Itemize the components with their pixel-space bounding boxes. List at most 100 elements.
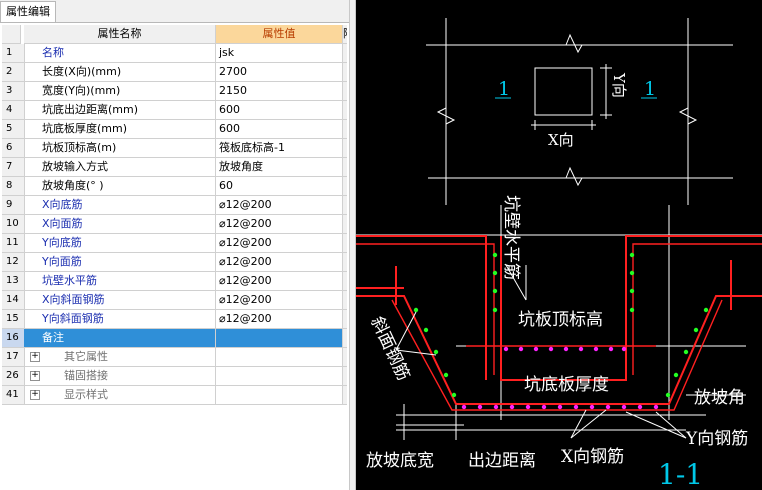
property-extra: [343, 291, 347, 310]
property-group-name: 锚固搭接: [24, 367, 216, 386]
row-number: 12: [2, 253, 25, 272]
property-group-name: 其它属性: [24, 348, 216, 367]
property-extra: [343, 158, 347, 177]
property-value[interactable]: 2700: [216, 63, 343, 82]
property-row[interactable]: 7 放坡输入方式 放坡角度: [2, 158, 347, 177]
property-name: 备注: [24, 329, 216, 348]
property-value[interactable]: ⌀12@200: [216, 253, 343, 272]
property-group-row[interactable]: 17 其它属性 +: [2, 348, 347, 367]
row-number: 8: [2, 177, 25, 196]
property-extra: [343, 367, 347, 386]
property-name: Y向面筋: [24, 253, 216, 272]
property-value[interactable]: [216, 329, 343, 348]
property-row[interactable]: 9 X向底筋 ⌀12@200: [2, 196, 347, 215]
label-slope-base-width: 放坡底宽: [366, 451, 434, 471]
label-wall-rebar: 坑壁水平筋: [501, 195, 521, 280]
section-title: 1-1: [658, 458, 703, 490]
property-name: 坑底出边距离(mm): [24, 101, 216, 120]
property-row[interactable]: 12 Y向面筋 ⌀12@200: [2, 253, 347, 272]
property-name: 长度(X向)(mm): [24, 63, 216, 82]
expand-plus-icon[interactable]: +: [30, 371, 40, 381]
section-mark-left: 1: [498, 78, 510, 100]
property-name: 放坡输入方式: [24, 158, 216, 177]
property-extra: [343, 139, 347, 158]
row-number: 6: [2, 139, 25, 158]
label-y-rebar: Y向钢筋: [685, 429, 748, 449]
property-value[interactable]: ⌀12@200: [216, 234, 343, 253]
property-name: 宽度(Y向)(mm): [24, 82, 216, 101]
property-value: [216, 348, 343, 367]
property-name: 坑板顶标高(m): [24, 139, 216, 158]
row-number: 11: [2, 234, 25, 253]
label-slope-rebar: 斜面钢筋: [366, 314, 413, 384]
property-row[interactable]: 14 X向斜面钢筋 ⌀12@200: [2, 291, 347, 310]
property-value[interactable]: ⌀12@200: [216, 310, 343, 329]
property-row[interactable]: 15 Y向斜面钢筋 ⌀12@200: [2, 310, 347, 329]
property-value[interactable]: ⌀12@200: [216, 291, 343, 310]
property-row[interactable]: 16 备注: [2, 329, 347, 348]
property-value[interactable]: 筏板底标高-1: [216, 139, 343, 158]
label-edge-distance: 出边距离: [468, 451, 536, 471]
header-name-col[interactable]: 属性名称: [24, 25, 216, 44]
property-extra: [343, 348, 347, 367]
expand-plus-icon[interactable]: +: [30, 390, 40, 400]
property-group-row[interactable]: 26 锚固搭接 +: [2, 367, 347, 386]
property-name: 坑壁水平筋: [24, 272, 216, 291]
property-row[interactable]: 10 X向面筋 ⌀12@200: [2, 215, 347, 234]
property-value[interactable]: ⌀12@200: [216, 215, 343, 234]
plan-x-dim-label: X向: [548, 131, 574, 149]
property-row[interactable]: 5 坑底板厚度(mm) 600: [2, 120, 347, 139]
row-number: 1: [2, 44, 25, 63]
row-number: 5: [2, 120, 25, 139]
header-value-col[interactable]: 属性值: [216, 25, 343, 44]
splitter[interactable]: [349, 0, 356, 490]
property-row[interactable]: 6 坑板顶标高(m) 筏板底标高-1: [2, 139, 347, 158]
property-value[interactable]: 放坡角度: [216, 158, 343, 177]
row-number: 10: [2, 215, 25, 234]
property-extra: [343, 272, 347, 291]
property-extra: [343, 82, 347, 101]
property-name: 名称: [24, 44, 216, 63]
property-editor-panel: 属性编辑 属性名称属性值附1名称jsk2长度(X向)(mm)27003宽度(Y向…: [0, 0, 349, 490]
property-row[interactable]: 13 坑壁水平筋 ⌀12@200: [2, 272, 347, 291]
row-number: 16: [2, 329, 25, 348]
row-number: 3: [2, 82, 25, 101]
row-number: 9: [2, 196, 25, 215]
property-extra: [343, 329, 347, 348]
header-corner: [2, 25, 21, 44]
property-row[interactable]: 3 宽度(Y向)(mm) 2150: [2, 82, 347, 101]
property-row[interactable]: 1 名称 jsk: [2, 44, 347, 63]
label-slab-thickness: 坑底板厚度: [524, 375, 609, 395]
property-value[interactable]: ⌀12@200: [216, 272, 343, 291]
expand-plus-icon[interactable]: +: [30, 352, 40, 362]
header-extra-col[interactable]: 附: [343, 25, 347, 44]
row-number: 4: [2, 101, 25, 120]
property-extra: [343, 234, 347, 253]
property-value[interactable]: 600: [216, 101, 343, 120]
property-name: Y向斜面钢筋: [24, 310, 216, 329]
property-row[interactable]: 4 坑底出边距离(mm) 600: [2, 101, 347, 120]
property-value[interactable]: 2150: [216, 82, 343, 101]
row-number: 15: [2, 310, 25, 329]
property-row[interactable]: 2 长度(X向)(mm) 2700: [2, 63, 347, 82]
property-value[interactable]: jsk: [216, 44, 343, 63]
property-value[interactable]: 600: [216, 120, 343, 139]
property-extra: [343, 101, 347, 120]
property-name: X向底筋: [24, 196, 216, 215]
property-value[interactable]: 60: [216, 177, 343, 196]
property-value[interactable]: ⌀12@200: [216, 196, 343, 215]
property-group-row[interactable]: 41 显示样式 +: [2, 386, 347, 405]
label-slab-top-elev: 坑板顶标高: [518, 310, 603, 330]
property-extra: [343, 310, 347, 329]
property-name: X向面筋: [24, 215, 216, 234]
tab-bar: 属性编辑: [0, 0, 349, 23]
row-number: 26: [2, 367, 25, 386]
plan-pit-rect: [534, 67, 593, 116]
label-slope-angle: 放坡角: [694, 388, 745, 408]
tab-property-edit[interactable]: 属性编辑: [0, 1, 56, 22]
property-row[interactable]: 8 放坡角度(° ) 60: [2, 177, 347, 196]
property-name: 放坡角度(° ): [24, 177, 216, 196]
row-number: 41: [2, 386, 25, 405]
property-row[interactable]: 11 Y向底筋 ⌀12@200: [2, 234, 347, 253]
property-extra: [343, 177, 347, 196]
